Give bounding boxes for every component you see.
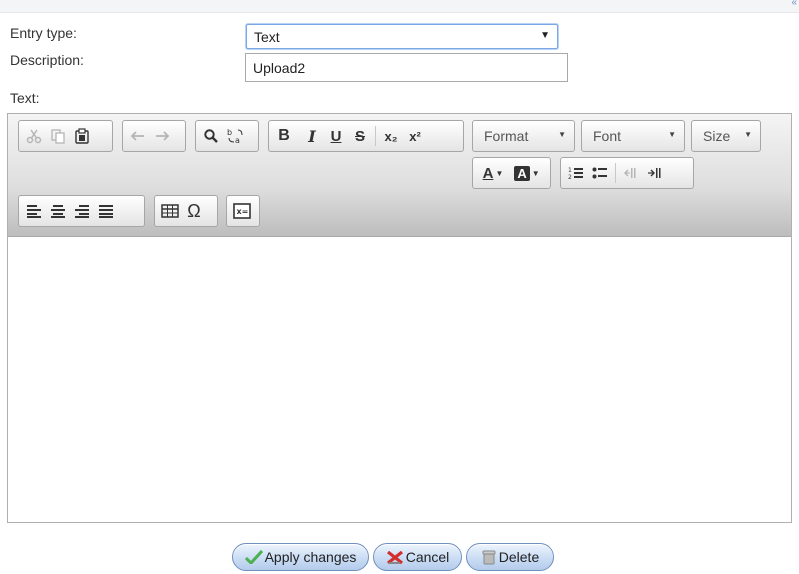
equation-group: x= [226,195,260,227]
apply-changes-label: Apply changes [264,549,357,565]
top-strip: « [0,0,799,13]
svg-text:2: 2 [568,174,572,181]
cancel-label: Cancel [405,549,450,565]
apply-changes-button[interactable]: Apply changes [232,543,369,571]
colors-group: A ▼ A ▼ [472,157,551,189]
delete-button[interactable]: Delete [466,543,554,571]
numbered-list-icon[interactable]: 12 [564,161,588,185]
size-label: Size [703,128,731,144]
align-left-icon[interactable] [22,199,46,223]
superscript-icon[interactable]: x² [403,124,427,148]
checkmark-icon [244,550,263,564]
insert-group: Ω [154,195,218,227]
bold-icon[interactable]: B [272,124,296,148]
editor-content-area[interactable] [8,237,791,522]
description-input[interactable] [245,53,568,82]
lists-indent-group: 12 [560,157,694,189]
chevron-down-icon: ▼ [668,130,676,139]
background-color-glyph: A [514,165,530,181]
italic-glyph: I [308,126,316,146]
dropdown-arrow-icon: ▼ [540,30,550,41]
underline-glyph: U [330,127,342,145]
find-icon[interactable] [199,124,223,148]
table-icon[interactable] [158,199,182,223]
svg-text:x=: x= [237,207,249,216]
description-label: Description: [10,52,84,68]
corner-icon: « [791,0,797,8]
cancel-button[interactable]: Cancel [373,543,462,571]
redo-icon[interactable] [150,124,174,148]
decrease-indent-icon[interactable] [619,161,643,185]
svg-text:a: a [235,136,240,145]
paste-icon[interactable] [70,124,94,148]
copy-icon[interactable] [46,124,70,148]
find-replace-group: ba [195,120,259,152]
cancel-icon [386,549,404,565]
increase-indent-icon[interactable] [643,161,667,185]
toolbar-separator [375,126,376,146]
clipboard-group [18,120,113,152]
justify-icon[interactable] [94,199,118,223]
svg-text:1: 1 [568,167,572,174]
text-color-glyph: A [482,164,494,182]
text-color-icon[interactable]: A ▼ [476,161,510,185]
format-label: Format [484,128,529,144]
underline-icon[interactable]: U [324,124,348,148]
basic-styles-group: B I U S x₂ x² [268,120,464,152]
equation-icon[interactable]: x= [230,199,254,223]
align-center-icon[interactable] [46,199,70,223]
trash-icon [481,549,497,565]
bulleted-list-icon[interactable] [588,161,612,185]
entry-type-select[interactable]: Text ▼ [246,24,558,49]
rich-text-editor: ba B I U S x₂ x² Format ▼ Font ▼ Size ▼ [7,113,792,523]
editor-toolbar: ba B I U S x₂ x² Format ▼ Font ▼ Size ▼ [8,114,791,237]
special-character-icon[interactable]: Ω [182,199,206,223]
omega-glyph: Ω [187,200,201,221]
replace-icon[interactable]: ba [223,124,247,148]
strikethrough-glyph: S [354,127,365,145]
align-right-icon[interactable] [70,199,94,223]
size-dropdown[interactable]: Size ▼ [691,120,761,152]
alignment-group [18,195,145,227]
font-dropdown[interactable]: Font ▼ [581,120,685,152]
text-label: Text: [10,90,40,106]
undo-redo-group [122,120,186,152]
strikethrough-icon[interactable]: S [348,124,372,148]
background-color-icon[interactable]: A ▼ [510,161,544,185]
delete-label: Delete [498,549,540,565]
bold-glyph: B [278,127,290,144]
format-dropdown[interactable]: Format ▼ [472,120,575,152]
toolbar-separator [615,163,616,183]
undo-icon[interactable] [126,124,150,148]
cut-icon[interactable] [22,124,46,148]
entry-type-label: Entry type: [10,25,77,41]
superscript-glyph: x² [409,128,421,144]
chevron-down-icon: ▼ [558,130,566,139]
entry-type-value: Text [254,29,280,45]
subscript-glyph: x₂ [384,128,398,144]
subscript-icon[interactable]: x₂ [379,124,403,148]
italic-icon[interactable]: I [300,124,324,148]
svg-text:b: b [227,128,232,137]
chevron-down-icon: ▼ [744,130,752,139]
font-label: Font [593,128,622,144]
